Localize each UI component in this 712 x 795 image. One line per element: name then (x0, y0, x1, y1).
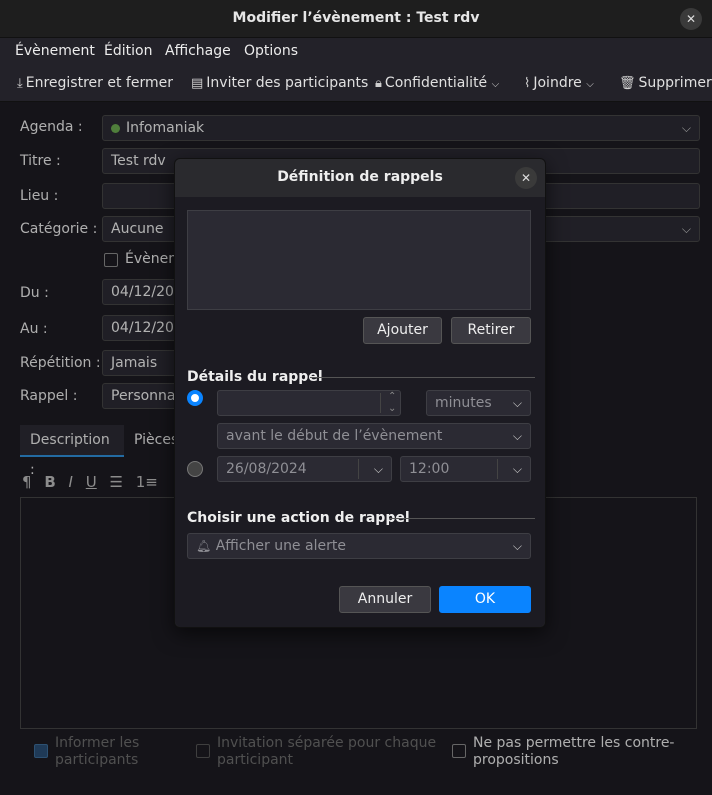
chevron-down-icon: ⌵ (512, 429, 522, 443)
paperclip-icon: ⌇ (524, 76, 531, 91)
absolute-reminder-radio[interactable] (187, 461, 203, 477)
bell-icon: 🔔︎ (196, 539, 212, 553)
add-reminder-button[interactable]: Ajouter (363, 317, 442, 344)
dialog-close-button[interactable]: ✕ (515, 167, 537, 189)
dialog-body: Ajouter Retirer Détails du rappel ⌃ ⌄ mi… (175, 197, 545, 627)
menu-evenement[interactable]: Évènement (15, 43, 95, 59)
chevron-down-icon: ⌵ (491, 79, 500, 90)
ok-button[interactable]: OK (439, 586, 531, 613)
download-icon: ⤓ (17, 76, 23, 91)
close-icon: ✕ (685, 12, 697, 26)
action-select[interactable]: 🔔︎ Afficher une alerte ⌵ (187, 533, 531, 559)
chevron-down-icon: ⌵ (512, 396, 522, 410)
relative-reminder-radio[interactable] (187, 390, 203, 406)
delete-button[interactable]: 🗑︎ Supprimer (619, 75, 712, 91)
menu-affichage[interactable]: Affichage (165, 43, 231, 59)
chevron-down-icon[interactable]: ⌵ (513, 457, 522, 481)
address-book-icon: ▤ (191, 76, 204, 91)
date-divider (358, 459, 359, 479)
menu-options[interactable]: Options (244, 43, 298, 59)
privacy-button[interactable]: 🔒︎ Confidentialité ⌵ (375, 75, 502, 91)
close-icon: ✕ (520, 171, 532, 185)
spinner-down-icon[interactable]: ⌄ (388, 397, 396, 415)
time-divider (497, 459, 498, 479)
invite-button[interactable]: ▤ Inviter des participants (191, 75, 368, 91)
dialog-title: Définition de rappels (277, 169, 443, 185)
remove-reminder-button[interactable]: Retirer (451, 317, 531, 344)
unit-select[interactable]: minutes ⌵ (426, 390, 531, 416)
window-titlebar: Modifier l’évènement : Test rdv ✕ (0, 0, 712, 38)
cancel-button[interactable]: Annuler (339, 586, 431, 613)
spinner-divider (380, 393, 381, 413)
details-section-title: Détails du rappel (187, 369, 323, 385)
reminder-list[interactable] (187, 210, 531, 310)
attach-button[interactable]: ⌇ Joindre ⌵ (524, 75, 597, 91)
section-divider (310, 377, 535, 378)
menubar: Évènement Édition Affichage Options (0, 38, 712, 66)
reminder-dialog: Définition de rappels ✕ Ajouter Retirer … (174, 158, 546, 628)
relation-select[interactable]: avant le début de l’évènement ⌵ (217, 423, 531, 449)
action-section-title: Choisir une action de rappel (187, 510, 410, 526)
toolbar: ⤓ Enregistrer et fermer ▤ Inviter des part… (0, 66, 712, 102)
trash-icon: 🗑︎ (619, 76, 636, 91)
menu-edition[interactable]: Édition (104, 43, 152, 59)
reminder-date-input[interactable]: 26/08/2024 ⌵ (217, 456, 392, 482)
reminder-amount-input[interactable]: ⌃ ⌄ (217, 390, 401, 416)
chevron-down-icon[interactable]: ⌵ (374, 457, 383, 481)
save-close-button[interactable]: ⤓ Enregistrer et fermer (17, 75, 173, 91)
lock-icon: 🔒︎ (375, 76, 382, 91)
chevron-down-icon: ⌵ (586, 79, 594, 90)
section-divider (389, 518, 535, 519)
chevron-down-icon: ⌵ (512, 539, 522, 553)
reminder-time-input[interactable]: 12:00 ⌵ (400, 456, 531, 482)
window-title: Modifier l’évènement : Test rdv (232, 10, 480, 26)
window-close-button[interactable]: ✕ (680, 8, 702, 30)
